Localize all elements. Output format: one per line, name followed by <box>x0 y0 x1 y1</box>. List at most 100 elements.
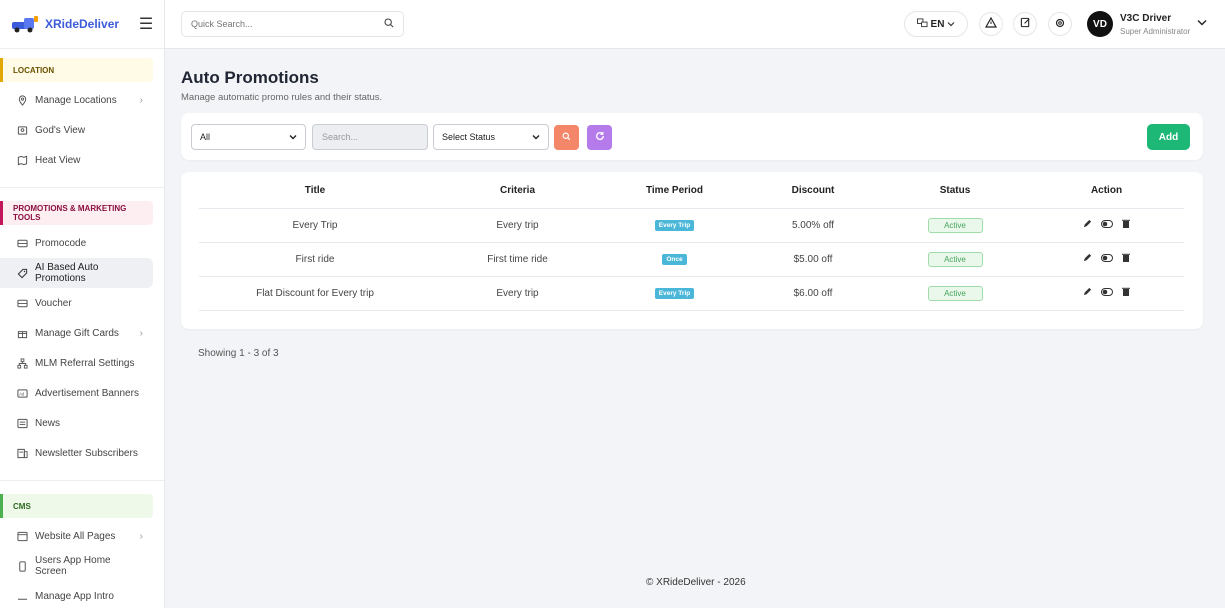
cell-status: Active <box>881 276 1029 311</box>
menu-toggle-icon[interactable]: ☰ <box>138 14 154 34</box>
status-badge: Active <box>927 217 983 233</box>
chevron-down-icon <box>947 19 955 30</box>
phone-icon <box>16 560 28 572</box>
search-icon[interactable] <box>384 17 394 31</box>
avatar[interactable]: VD <box>1087 11 1113 37</box>
table-header-row: Title Criteria Time Period Discount Stat… <box>199 174 1184 209</box>
cell-time-period: Once <box>604 242 745 277</box>
chevron-right-icon: › <box>139 94 143 106</box>
sidebar-item-label: Advertisement Banners <box>35 387 139 399</box>
sidebar-item-label: Manage Gift Cards <box>35 327 119 339</box>
refresh-button[interactable] <box>587 125 612 150</box>
time-period-badge: Every Trip <box>654 288 695 299</box>
sidebar-item-heat-view[interactable]: Heat View <box>0 145 153 175</box>
language-selector[interactable]: EN <box>904 11 968 37</box>
table-row: Flat Discount for Every trip Every trip … <box>199 276 1184 311</box>
sidebar-item-ad-banners[interactable]: Ad Advertisement Banners <box>0 378 153 408</box>
search-icon <box>562 132 571 144</box>
tag-icon <box>16 267 28 279</box>
sidebar-item-app-intro[interactable]: Manage App Intro <box>0 581 153 608</box>
type-filter-select[interactable]: All <box>191 124 306 150</box>
toggle-icon[interactable] <box>1101 253 1113 262</box>
cell-discount: $6.00 off <box>745 276 881 311</box>
sidebar-item-voucher[interactable]: Voucher <box>0 288 153 318</box>
table-row: Every Trip Every trip Every Trip 5.00% o… <box>199 208 1184 243</box>
alert-button[interactable] <box>979 12 1003 36</box>
time-period-badge: Once <box>662 254 687 265</box>
settings-button[interactable] <box>1048 12 1072 36</box>
chevron-right-icon: › <box>139 530 143 542</box>
table-row: First ride First time ride Once $5.00 of… <box>199 242 1184 277</box>
sidebar-item-gift-cards[interactable]: Manage Gift Cards › <box>0 318 153 348</box>
edit-pencil-icon[interactable] <box>1083 287 1092 296</box>
chevron-down-icon <box>532 132 540 142</box>
filter-bar: All Search... Select Status Add <box>181 113 1203 160</box>
search-button[interactable] <box>554 125 579 150</box>
section-location: LOCATION <box>0 58 153 82</box>
cell-status: Active <box>881 242 1029 277</box>
column-header-action: Action <box>1029 174 1184 209</box>
cell-title: First ride <box>199 242 431 277</box>
trash-icon[interactable] <box>1122 287 1130 296</box>
sidebar-item-ai-auto-promotions[interactable]: AI Based Auto Promotions <box>0 258 153 288</box>
trash-icon[interactable] <box>1122 253 1130 262</box>
search-input[interactable]: Search... <box>312 124 428 150</box>
sidebar-item-promocode[interactable]: Promocode <box>0 228 153 258</box>
column-header-discount[interactable]: Discount <box>745 174 881 209</box>
hierarchy-icon <box>16 357 28 369</box>
status-filter-select[interactable]: Select Status <box>433 124 549 150</box>
notes-button[interactable] <box>1013 12 1037 36</box>
sidebar-item-manage-locations[interactable]: Manage Locations › <box>0 85 153 115</box>
language-icon <box>916 17 928 31</box>
section-cms: CMS <box>0 494 153 518</box>
browser-icon <box>16 530 28 542</box>
sidebar-item-label: MLM Referral Settings <box>35 357 135 369</box>
sidebar-item-gods-view[interactable]: God's View <box>0 115 153 145</box>
brand-name[interactable]: XRideDeliver <box>45 17 138 31</box>
user-name[interactable]: V3C Driver <box>1120 13 1171 24</box>
ad-icon: Ad <box>16 387 28 399</box>
edit-pencil-icon[interactable] <box>1083 253 1092 262</box>
column-header-criteria[interactable]: Criteria <box>431 174 604 209</box>
newsletter-icon <box>16 447 28 459</box>
cell-actions <box>1029 242 1184 277</box>
column-header-time-period[interactable]: Time Period <box>604 174 745 209</box>
type-filter-value: All <box>200 132 211 142</box>
sidebar-item-mlm-referral[interactable]: MLM Referral Settings <box>0 348 153 378</box>
toggle-icon[interactable] <box>1101 219 1113 228</box>
status-badge: Active <box>927 285 983 301</box>
cell-title: Every Trip <box>199 208 431 243</box>
edit-pencil-icon[interactable] <box>1083 219 1092 228</box>
sidebar-item-label: News <box>35 417 61 429</box>
section-promotions: PROMOTIONS & MARKETING TOOLS <box>0 201 153 225</box>
status-badge: Active <box>927 251 983 267</box>
brand-logo-icon[interactable] <box>10 13 40 35</box>
toggle-icon[interactable] <box>1101 287 1113 296</box>
column-header-status[interactable]: Status <box>881 174 1029 209</box>
pagination-info: Showing 1 - 3 of 3 <box>198 348 279 359</box>
refresh-icon <box>595 131 605 144</box>
cell-criteria: Every trip <box>431 276 604 311</box>
cell-discount: $5.00 off <box>745 242 881 277</box>
add-button[interactable]: Add <box>1147 124 1190 150</box>
sidebar-item-users-app-home[interactable]: Users App Home Screen <box>0 551 153 581</box>
cell-time-period: Every Trip <box>604 208 745 243</box>
trash-icon[interactable] <box>1122 219 1130 228</box>
user-role: Super Administrator <box>1120 27 1191 36</box>
sidebar-item-news[interactable]: News <box>0 408 153 438</box>
sidebar-item-website-pages[interactable]: Website All Pages › <box>0 521 153 551</box>
sidebar-item-label: Newsletter Subscribers <box>35 447 138 459</box>
chevron-down-icon[interactable] <box>1197 17 1207 29</box>
quick-search-input[interactable] <box>191 19 384 29</box>
cell-title: Flat Discount for Every trip <box>199 276 431 311</box>
promotions-table-card: Title Criteria Time Period Discount Stat… <box>181 172 1203 329</box>
cell-actions <box>1029 208 1184 243</box>
cell-criteria: First time ride <box>431 242 604 277</box>
edit-note-icon <box>1020 17 1031 31</box>
language-code: EN <box>930 18 945 30</box>
quick-search[interactable] <box>181 11 404 37</box>
sidebar-item-newsletter[interactable]: Newsletter Subscribers <box>0 438 153 468</box>
column-header-title[interactable]: Title <box>199 174 431 209</box>
chevron-down-icon <box>289 132 297 142</box>
page-subtitle: Manage automatic promo rules and their s… <box>181 92 383 103</box>
